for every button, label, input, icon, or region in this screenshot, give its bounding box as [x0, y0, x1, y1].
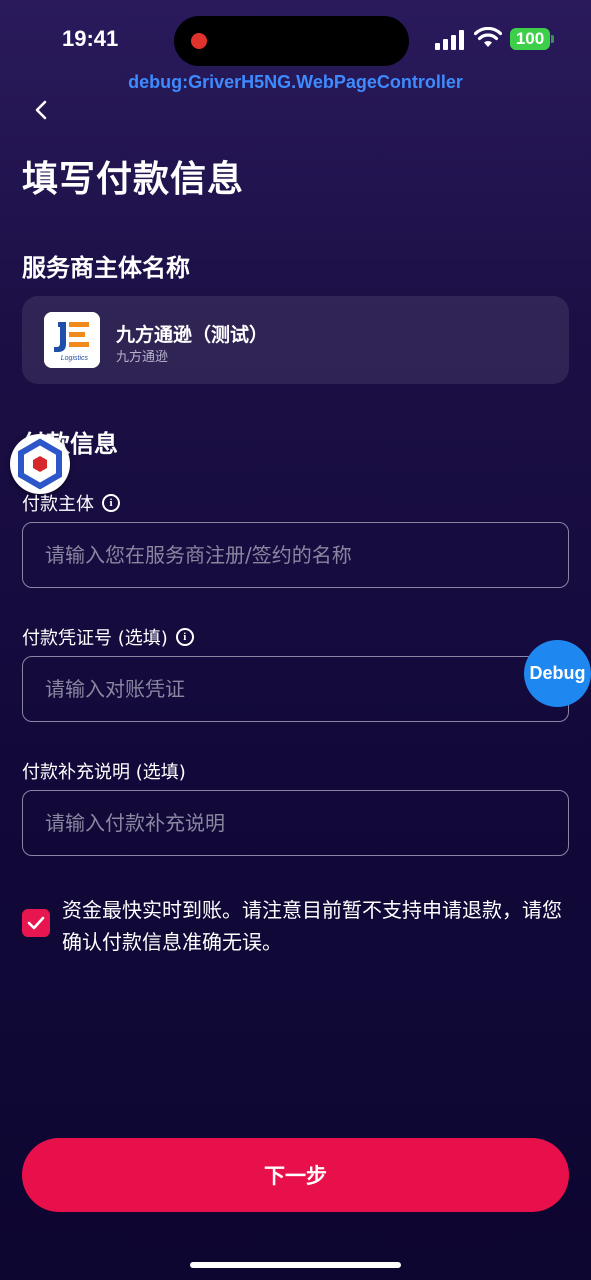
- info-icon[interactable]: i: [175, 628, 194, 646]
- chevron-left-icon[interactable]: [30, 96, 52, 124]
- merchant-name: 九方通逊（测试）: [116, 324, 269, 346]
- battery-cap: [551, 35, 554, 43]
- info-icon[interactable]: i: [102, 494, 120, 512]
- merchant-logo: Logistics: [44, 312, 100, 368]
- merchant-short-name: 九方通逊: [116, 350, 169, 365]
- payer-label: 付款主体 i: [22, 490, 120, 516]
- cellular-signal-icon: [435, 30, 465, 50]
- status-time: 19:41: [62, 26, 119, 51]
- agreement-checkbox[interactable]: [22, 909, 50, 937]
- debug-banner: debug:GriverH5NG.WebPageController: [128, 72, 463, 92]
- merchant-card: [22, 296, 569, 384]
- wifi-icon: [474, 27, 502, 47]
- page-title: 填写付款信息: [22, 159, 245, 200]
- debug-button[interactable]: Debug: [524, 640, 591, 707]
- payer-label-text: 付款主体: [22, 494, 94, 515]
- floating-assistant-icon[interactable]: [10, 434, 70, 494]
- next-step-button[interactable]: 下一步: [22, 1138, 569, 1212]
- agreement-text: 资金最快实时到账。请注意目前暂不支持申请退款，请您确认付款信息准确无误。: [62, 898, 562, 954]
- logo-subtext: Logistics: [61, 355, 89, 362]
- recording-indicator-icon: [191, 33, 207, 49]
- note-label: 付款补充说明 (选填): [22, 758, 186, 784]
- voucher-label-text: 付款凭证号 (选填): [22, 628, 168, 649]
- payer-input[interactable]: [22, 522, 569, 588]
- battery-icon: 100: [510, 28, 550, 50]
- merchant-section-heading: 服务商主体名称: [22, 254, 190, 282]
- dynamic-island: [174, 16, 409, 66]
- note-input[interactable]: [22, 790, 569, 856]
- checkmark-icon: [27, 916, 45, 930]
- voucher-label: 付款凭证号 (选填) i: [22, 624, 194, 650]
- note-label-text: 付款补充说明 (选填): [22, 762, 186, 783]
- home-indicator: [190, 1262, 401, 1268]
- voucher-input[interactable]: [22, 656, 569, 722]
